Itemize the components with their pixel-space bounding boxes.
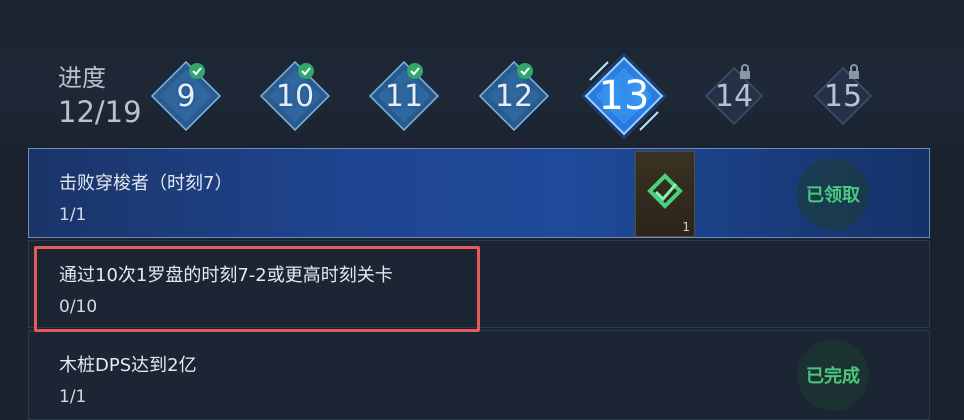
stage-number: 13 [598,73,650,119]
progress-label: 进度 [58,64,106,92]
task-progress: 1/1 [59,205,87,225]
completed-badge: 已完成 [797,339,869,411]
task-progress: 0/10 [59,297,98,317]
check-icon [189,63,205,79]
reward-quantity: 1 [682,220,690,234]
lock-icon [740,64,750,79]
task-row[interactable]: 击败穿梭者（时刻7） 1/1 1 已领取 [28,148,930,238]
stage-9[interactable]: 9 [146,56,226,136]
stage-12[interactable]: 12 [474,56,554,136]
claimed-badge: 已领取 [797,158,869,230]
reward-item[interactable]: 1 [635,151,695,237]
stage-10[interactable]: 10 [255,56,335,136]
check-icon [407,63,423,79]
stage-number: 11 [384,78,424,114]
task-progress: 1/1 [59,387,87,407]
stage-number: 12 [494,78,534,114]
check-icon [517,63,533,79]
stage-13-current[interactable]: 13 [578,50,670,142]
task-row[interactable]: 通过10次1罗盘的时刻7-2或更高时刻关卡 0/10 [28,240,930,328]
stage-number: 15 [823,78,863,114]
stage-11[interactable]: 11 [364,56,444,136]
stage-15[interactable]: 15 [803,56,883,136]
stage-14[interactable]: 14 [694,56,774,136]
lock-icon [849,64,859,79]
progress-count: 12/19 [58,95,142,129]
stage-number: 9 [176,78,196,114]
task-row[interactable]: 木桩DPS达到2亿 1/1 已完成 [28,330,930,420]
stage-number: 14 [714,78,754,114]
task-title: 通过10次1罗盘的时刻7-2或更高时刻关卡 [59,265,393,286]
task-title: 击败穿梭者（时刻7） [59,173,233,194]
task-title: 木桩DPS达到2亿 [59,355,197,376]
stage-number: 10 [275,78,315,114]
check-icon [298,63,314,79]
